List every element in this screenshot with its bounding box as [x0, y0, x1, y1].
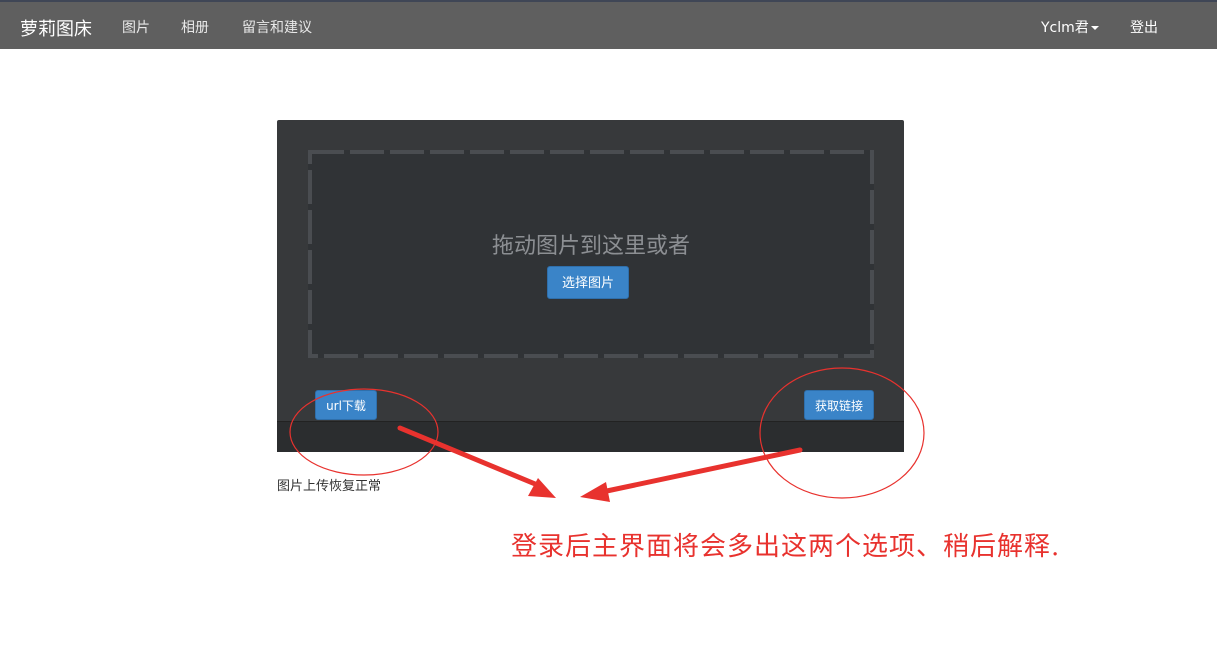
annotation-arrow-right-head	[580, 482, 610, 502]
annotation-arrow-left-shaft	[397, 425, 543, 489]
annotation-note: 登录后主界面将会多出这两个选项、稍后解释.	[511, 532, 1061, 562]
annotation-circle-right	[759, 367, 925, 499]
annotation-arrow-right-shaft	[599, 447, 803, 495]
